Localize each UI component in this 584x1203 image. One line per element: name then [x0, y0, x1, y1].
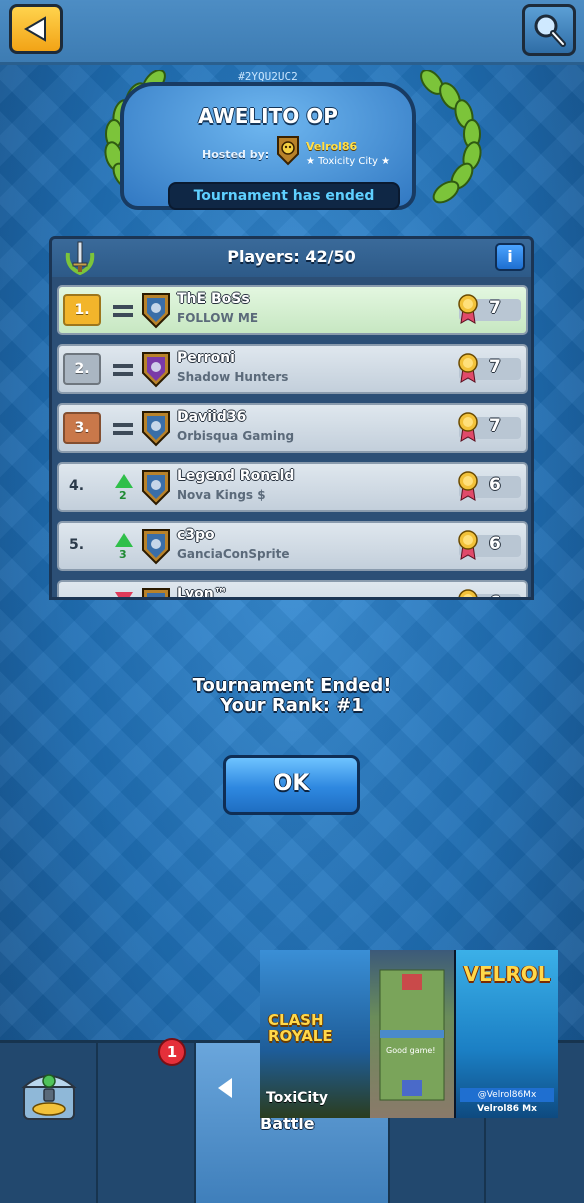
- nav-tab-shop[interactable]: [0, 1043, 98, 1203]
- chest-icon: [21, 1074, 77, 1120]
- medal-icon: [458, 471, 478, 501]
- player-row[interactable]: 5. 3 c3po GanciaConSprite 6: [57, 521, 528, 571]
- medal-icon: [458, 530, 478, 560]
- player-clan: GanciaConSprite: [177, 547, 290, 561]
- overlay-channel-name: Velrol86 Mx: [477, 1104, 537, 1114]
- player-name: Lyon™: [177, 586, 228, 600]
- players-list[interactable]: 1. ThE BoSs FOLLOW ME 7 2. Perroni Shadow Hunt…: [57, 285, 528, 600]
- overlay-chat-caption: Good game!: [386, 1046, 436, 1055]
- overlay-velrol-text: VELROL: [463, 962, 551, 986]
- rank-up-icon: 3: [113, 533, 135, 563]
- clan-badge-icon: [142, 529, 170, 565]
- arena-icon: [379, 969, 445, 1101]
- ok-button[interactable]: OK: [223, 755, 360, 815]
- player-score: 7: [489, 416, 501, 436]
- player-clan: Orbisqua Gaming: [177, 429, 295, 443]
- clan-badge-icon: [142, 293, 170, 329]
- player-rank: 2.: [63, 353, 101, 385]
- back-button[interactable]: [9, 4, 63, 54]
- rank-down-icon: [113, 592, 135, 597]
- overlay-clash-royale-art: CLASH ROYALE ToxiCity: [260, 950, 370, 1118]
- rank-change-count: 3: [119, 548, 127, 561]
- player-score: 7: [489, 357, 501, 377]
- player-clan: Nova Kings $: [177, 488, 266, 502]
- rank-change-count: 2: [119, 489, 127, 502]
- medal-icon: [458, 589, 478, 597]
- back-arrow-icon: [24, 16, 46, 42]
- player-score: 7: [489, 298, 501, 318]
- overlay-clash-royale-text: CLASH ROYALE: [268, 1011, 333, 1045]
- info-button[interactable]: i: [495, 243, 525, 271]
- player-rank: 6.: [69, 596, 84, 597]
- player-row[interactable]: 2. Perroni Shadow Hunters 7: [57, 344, 528, 394]
- rank-unchanged-icon: [113, 297, 135, 327]
- top-bar: [0, 0, 584, 65]
- medal-icon: [458, 412, 478, 442]
- player-clan: FOLLOW ME: [177, 311, 259, 325]
- tournament-result: Tournament Ended! Your Rank: #1: [0, 676, 584, 716]
- clan-badge-icon: [142, 588, 170, 597]
- player-name: Daviid36: [177, 409, 247, 425]
- rank-unchanged-icon: [113, 356, 135, 386]
- player-name: ThE BoSs: [177, 291, 250, 307]
- tournament-banner: #2YQU2UC2 AWELITO OP Hosted by: Velrol86…: [120, 70, 416, 210]
- host-clan-badge-icon: [277, 136, 299, 166]
- player-score: 6: [489, 475, 501, 495]
- overlay-twitter-handle: @Velrol86Mx: [460, 1088, 554, 1102]
- hosted-by-label: Hosted by:: [202, 148, 270, 161]
- magnifier-icon: [534, 14, 566, 47]
- tournament-title: AWELITO OP: [198, 104, 338, 128]
- clan-badge-icon: [142, 352, 170, 388]
- player-score: 6: [489, 593, 501, 597]
- your-rank-text: Your Rank: #1: [220, 695, 364, 716]
- player-row[interactable]: 4. 2 Legend Ronald Nova Kings $ 6: [57, 462, 528, 512]
- player-name: Perroni: [177, 350, 235, 366]
- clan-badge-icon: [142, 470, 170, 506]
- medal-icon: [458, 294, 478, 324]
- player-score: 6: [489, 534, 501, 554]
- player-clan: Shadow Hunters: [177, 370, 289, 384]
- players-panel: Players: 42/50 i 1. ThE BoSs FOLLOW ME 7 2. P…: [49, 236, 534, 600]
- player-row[interactable]: 1. ThE BoSs FOLLOW ME 7: [57, 285, 528, 335]
- carousel-left-arrow-icon[interactable]: [218, 1078, 232, 1098]
- tournament-tag: #2YQU2UC2: [238, 70, 298, 83]
- player-rank: 1.: [63, 294, 101, 326]
- players-panel-header: Players: 42/50 i: [52, 239, 531, 277]
- player-rank: 5.: [69, 537, 85, 553]
- player-name: Legend Ronald: [177, 468, 295, 484]
- host-clan-name: ★ Toxicity City ★: [306, 156, 391, 167]
- rank-up-icon: 2: [113, 474, 135, 504]
- player-row[interactable]: 6. Lyon™ 6: [57, 580, 528, 600]
- clan-badge-icon: [142, 411, 170, 447]
- video-overlay[interactable]: CLASH ROYALE ToxiCity Good game! VELROL …: [260, 950, 558, 1118]
- nav-tab-cards[interactable]: [98, 1043, 271, 1203]
- player-name: c3po: [177, 527, 215, 543]
- overlay-gameplay-view: Good game!: [370, 950, 454, 1118]
- player-rank: 3.: [63, 412, 101, 444]
- overlay-velrol-art: VELROL @Velrol86Mx Velrol86 Mx: [456, 950, 558, 1118]
- search-button[interactable]: [522, 4, 576, 56]
- player-rank: 4.: [69, 478, 85, 494]
- rank-unchanged-icon: [113, 415, 135, 445]
- overlay-toxicity-text: ToxiCity: [266, 1090, 329, 1106]
- host-name[interactable]: Velrol86: [306, 140, 357, 153]
- tournament-status: Tournament has ended: [168, 182, 400, 210]
- medal-icon: [458, 353, 478, 383]
- player-row[interactable]: 3. Daviid36 Orbisqua Gaming 7: [57, 403, 528, 453]
- players-count: Players: 42/50: [227, 247, 356, 266]
- tournament-ended-text: Tournament Ended!: [192, 675, 392, 696]
- cards-notification-badge: 1: [158, 1038, 186, 1066]
